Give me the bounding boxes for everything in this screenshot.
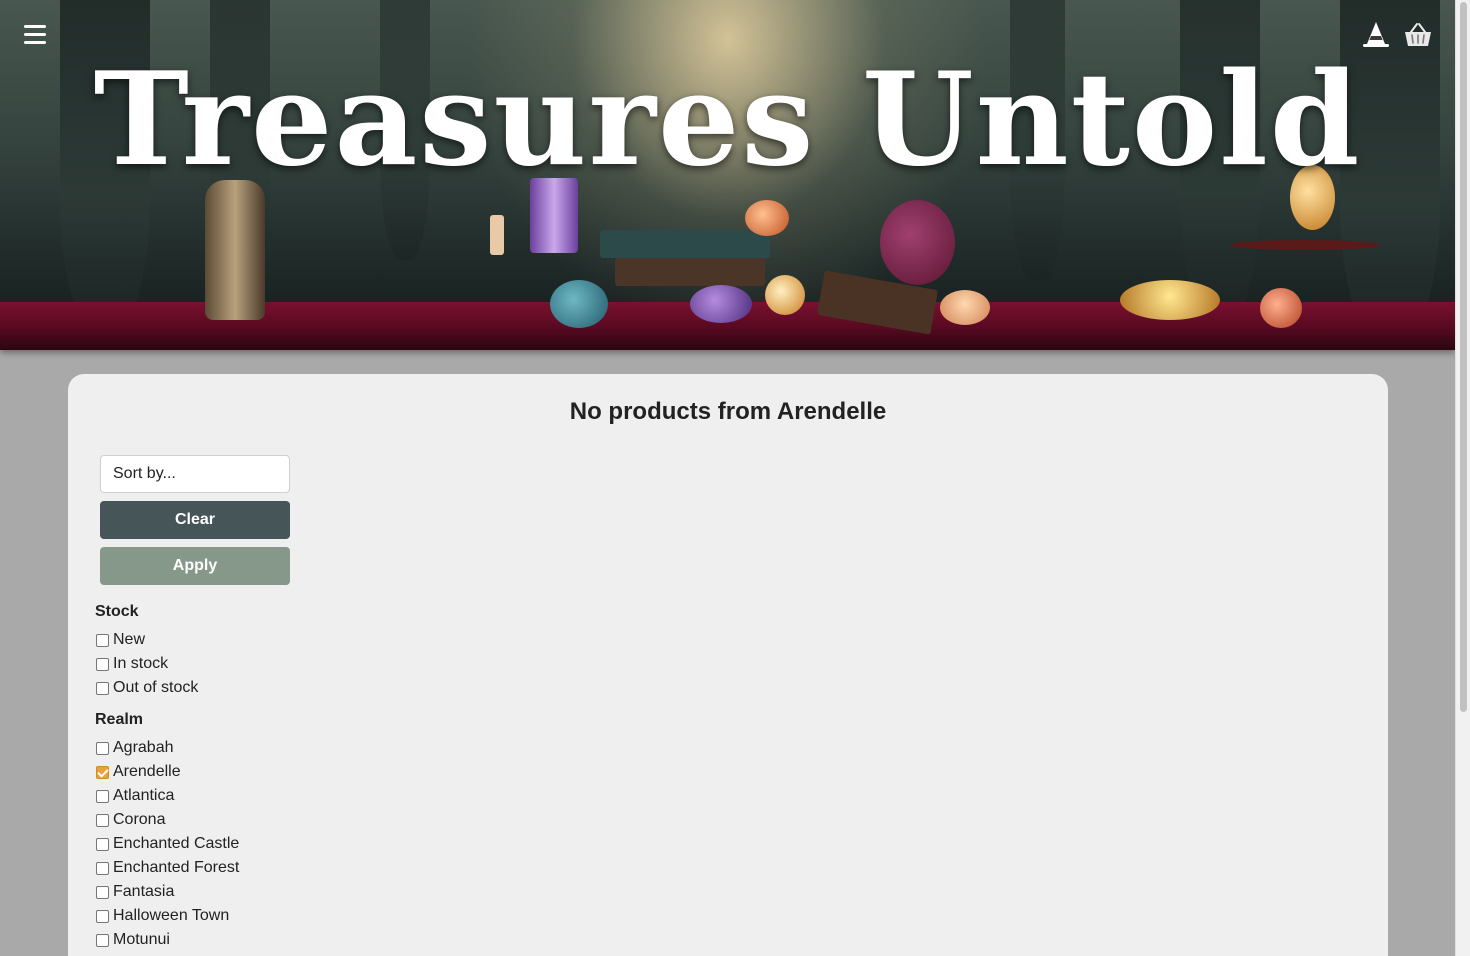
banner-gem <box>690 285 752 323</box>
banner-kettle <box>205 180 265 320</box>
page-scrollbar[interactable] <box>1455 0 1470 956</box>
realm-option[interactable]: Fantasia <box>96 881 174 903</box>
apply-button[interactable]: Apply <box>100 547 290 585</box>
realm-option[interactable]: Agrabah <box>96 737 174 759</box>
banner-stand <box>1230 240 1380 250</box>
banner-orb <box>765 275 805 315</box>
realm-option[interactable]: Arendelle <box>96 761 181 783</box>
stock-option[interactable]: In stock <box>96 653 168 675</box>
stock-option[interactable]: Out of stock <box>96 677 198 699</box>
realm-option[interactable]: Motunui <box>96 929 170 951</box>
realm-option[interactable]: Atlantica <box>96 785 174 807</box>
clear-button[interactable]: Clear <box>100 501 290 539</box>
banner-candle-glow <box>940 290 990 325</box>
option-label: Halloween Town <box>113 907 230 924</box>
realm-option[interactable]: Corona <box>96 809 165 831</box>
option-label: Enchanted Forest <box>113 859 240 876</box>
banner-cups <box>1120 280 1220 320</box>
option-label: New <box>113 631 146 648</box>
scrollbar-thumb[interactable] <box>1460 2 1467 712</box>
option-label: Atlantica <box>113 787 175 804</box>
option-label: Enchanted Castle <box>113 835 240 852</box>
results-heading: No products from Arendelle <box>569 398 887 425</box>
realm-option[interactable]: Enchanted Forest <box>96 857 239 879</box>
option-label: In stock <box>113 655 169 672</box>
hamburger-menu-icon[interactable] <box>24 25 46 45</box>
banner-book <box>615 258 765 286</box>
realm-corona-checkbox[interactable] <box>96 813 109 827</box>
realm-option[interactable]: Halloween Town <box>96 905 229 927</box>
banner-gem <box>1260 288 1302 328</box>
stock-filter-title: Stock <box>95 603 139 620</box>
realm-atlantica-checkbox[interactable] <box>96 789 109 803</box>
site-title[interactable]: Treasures Untold <box>0 50 1455 191</box>
realm-arendelle-checkbox[interactable] <box>96 765 109 779</box>
option-label: Corona <box>113 811 166 828</box>
basket-icon[interactable] <box>1403 20 1431 50</box>
option-label: Arendelle <box>113 763 181 780</box>
header-banner: Treasures Untold <box>0 0 1455 350</box>
option-label: Motunui <box>113 931 170 948</box>
realm-fantasia-checkbox[interactable] <box>96 885 109 899</box>
realm-filter-title: Realm <box>95 711 144 728</box>
banner-book <box>600 230 770 258</box>
witch-hat-icon[interactable] <box>1362 20 1390 50</box>
banner-gem <box>745 200 789 236</box>
realm-agrabah-checkbox[interactable] <box>96 741 109 755</box>
realm-motunui-checkbox[interactable] <box>96 933 109 947</box>
realm-option[interactable]: Enchanted Castle <box>96 833 239 855</box>
stock-in-stock-checkbox[interactable] <box>96 657 109 671</box>
banner-gem <box>550 280 608 328</box>
banner-candle <box>490 215 504 255</box>
option-label: Agrabah <box>113 739 174 756</box>
realm-enchanted-castle-checkbox[interactable] <box>96 837 109 851</box>
banner-potion <box>880 200 955 285</box>
products-card: No products from Arendelle Sort by... Cl… <box>68 374 1388 956</box>
option-label: Out of stock <box>113 679 199 696</box>
option-label: Fantasia <box>113 883 175 900</box>
realm-enchanted-forest-checkbox[interactable] <box>96 861 109 875</box>
stock-option[interactable]: New <box>96 629 145 651</box>
sort-by-select[interactable]: Sort by... <box>100 455 290 493</box>
stock-out-of-stock-checkbox[interactable] <box>96 681 109 695</box>
realm-halloween-town-checkbox[interactable] <box>96 909 109 923</box>
stock-new-checkbox[interactable] <box>96 633 109 647</box>
